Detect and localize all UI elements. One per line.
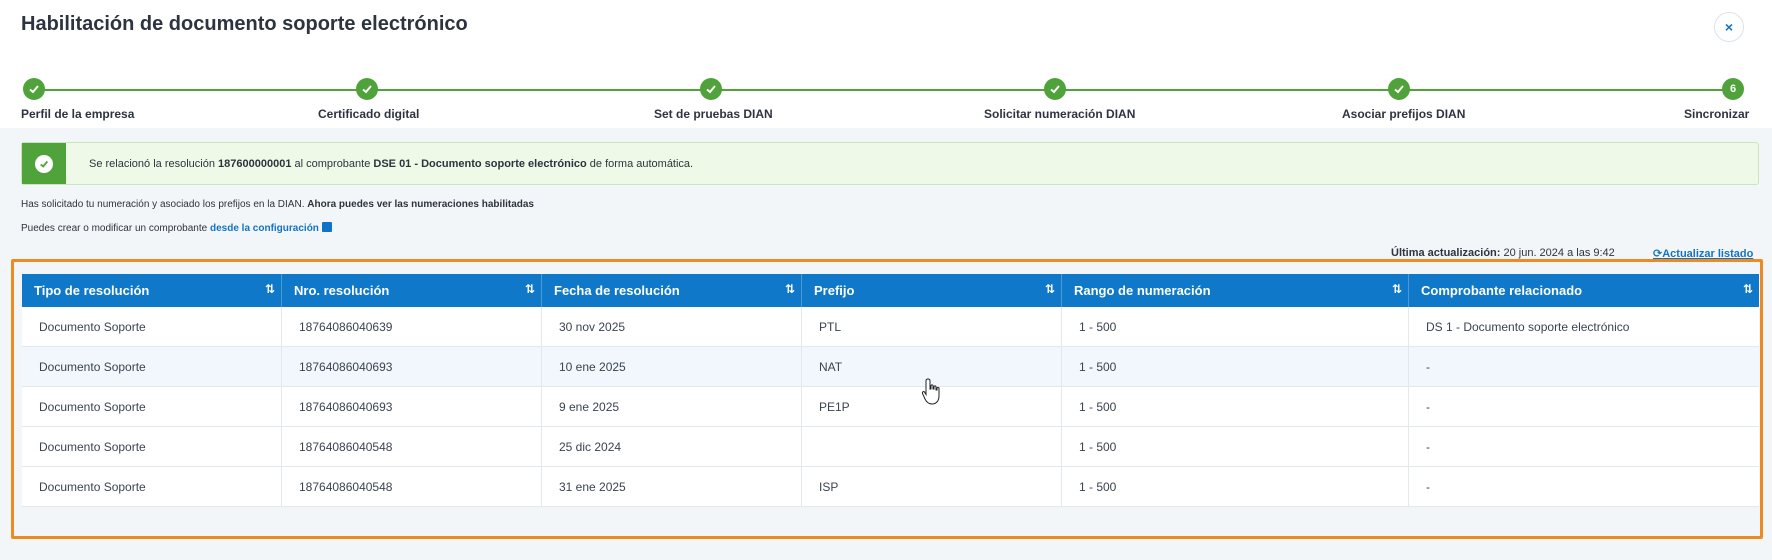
step-2-check-icon [356,78,378,100]
refresh-label: Actualizar listado [1662,248,1754,260]
cell-tipo: Documento Soporte [22,467,282,507]
step-6-number: 6 [1722,78,1744,100]
sort-icon[interactable]: ⇅ [1743,282,1753,296]
refresh-icon: ⟳ [1653,248,1663,260]
resolutions-table: Tipo de resolución ⇅ Nro. resolución ⇅ Fec… [22,274,1759,507]
cell-comprobante: - [1426,480,1430,494]
alert-icon-box [22,143,66,184]
stepper-line [34,89,1734,91]
progress-stepper: Perfil de la empresa Certificado digital… [0,62,1772,128]
column-header-rango[interactable]: Rango de numeración ⇅ [1062,274,1409,307]
external-link-icon[interactable] [321,222,332,232]
cell-rango: 1 - 500 [1062,427,1409,467]
step-5-label: Asociar prefijos DIAN [1342,107,1466,121]
step-2-label: Certificado digital [318,107,420,121]
modal-header: Habilitación de documento soporte electr… [0,0,1772,62]
alert-resolution: 187600000001 [218,157,292,170]
step-6-label: Sincronizar [1684,107,1750,121]
alert-middle: al comprobante [291,157,374,170]
table-row[interactable]: Documento Soporte 18764086040548 31 ene … [22,467,1759,507]
cell-fecha: 31 ene 2025 [542,467,802,507]
step-1-check-icon [23,78,45,100]
cell-comprobante: - [1426,360,1430,374]
column-header-fecha[interactable]: Fecha de resolución ⇅ [542,274,802,307]
alert-suffix: de forma automática. [586,157,694,170]
config-link[interactable]: desde la configuración [210,223,319,234]
cell-fecha: 10 ene 2025 [542,347,802,387]
cell-comprobante: - [1426,440,1430,454]
sort-icon[interactable]: ⇅ [1045,282,1055,296]
cell-nro: 18764086040548 [282,427,542,467]
last-update-label: Última actualización: [1391,247,1501,259]
close-icon: × [1724,19,1734,35]
cell-rango: 1 - 500 [1062,307,1409,347]
table-row[interactable]: Documento Soporte 18764086040548 25 dic … [22,427,1759,467]
cell-fecha: 9 ene 2025 [542,387,802,427]
info-line-2-text: Puedes crear o modificar un comprobante [21,223,210,234]
success-alert: Se relacionó la resolución 187600000001 … [21,142,1759,185]
sort-icon[interactable]: ⇅ [1392,282,1402,296]
cell-nro: 18764086040639 [282,307,542,347]
cell-prefijo: ISP [802,467,1062,507]
cell-tipo: Documento Soporte [22,307,282,347]
column-header-comprobante[interactable]: Comprobante relacionado ⇅ [1409,274,1759,307]
table-row[interactable]: Documento Soporte 18764086040693 9 ene 2… [22,387,1759,427]
hand-cursor-icon [921,378,940,405]
info-line-1-bold: Ahora puedes ver las numeraciones habili… [307,199,534,210]
step-3-label: Set de pruebas DIAN [654,107,773,121]
cell-comprobante: DS 1 - Documento soporte electrónico [1426,320,1630,334]
cell-nro: 18764086040693 [282,387,542,427]
table-row[interactable]: Documento Soporte 18764086040693 10 ene … [22,347,1759,387]
info-line-2: Puedes crear o modificar un comprobante … [21,222,332,234]
cell-rango: 1 - 500 [1062,467,1409,507]
cell-nro: 18764086040548 [282,467,542,507]
sort-icon[interactable]: ⇅ [265,282,275,296]
cell-prefijo: PTL [802,307,1062,347]
refresh-list-link[interactable]: ⟳Actualizar listado [1653,247,1753,260]
cell-tipo: Documento Soporte [22,347,282,387]
close-button[interactable]: × [1714,12,1744,42]
check-circle-icon [35,154,53,173]
column-header-tipo[interactable]: Tipo de resolución ⇅ [22,274,282,307]
sort-icon[interactable]: ⇅ [525,282,535,296]
cell-rango: 1 - 500 [1062,387,1409,427]
alert-prefix: Se relacionó la resolución [89,157,219,170]
info-line-1-text: Has solicitado tu numeración y asociado … [21,199,308,210]
info-line-1: Has solicitado tu numeración y asociado … [21,199,534,210]
step-4-label: Solicitar numeración DIAN [984,107,1136,121]
alert-voucher: DSE 01 - Documento soporte electrónico [373,157,587,170]
step-3-check-icon [700,78,722,100]
cell-fecha: 30 nov 2025 [542,307,802,347]
cell-tipo: Documento Soporte [22,387,282,427]
step-4-check-icon [1044,78,1066,100]
cell-nro: 18764086040693 [282,347,542,387]
sort-icon[interactable]: ⇅ [785,282,795,296]
modal-title: Habilitación de documento soporte electr… [21,13,468,35]
cell-prefijo [802,427,1062,467]
step-5-check-icon [1388,78,1410,100]
column-header-prefijo[interactable]: Prefijo ⇅ [802,274,1062,307]
table-header: Tipo de resolución ⇅ Nro. resolución ⇅ Fec… [22,274,1759,307]
step-1-label: Perfil de la empresa [21,107,135,121]
last-update-value: 20 jun. 2024 a las 9:42 [1500,247,1615,259]
cell-rango: 1 - 500 [1062,347,1409,387]
cell-comprobante: - [1426,400,1430,414]
cell-fecha: 25 dic 2024 [542,427,802,467]
column-header-nro[interactable]: Nro. resolución ⇅ [282,274,542,307]
last-update: Última actualización: 20 jun. 2024 a las… [1391,247,1615,259]
cell-tipo: Documento Soporte [22,427,282,467]
table-row[interactable]: Documento Soporte 18764086040639 30 nov … [22,307,1759,347]
alert-message: Se relacionó la resolución 187600000001 … [89,158,693,170]
